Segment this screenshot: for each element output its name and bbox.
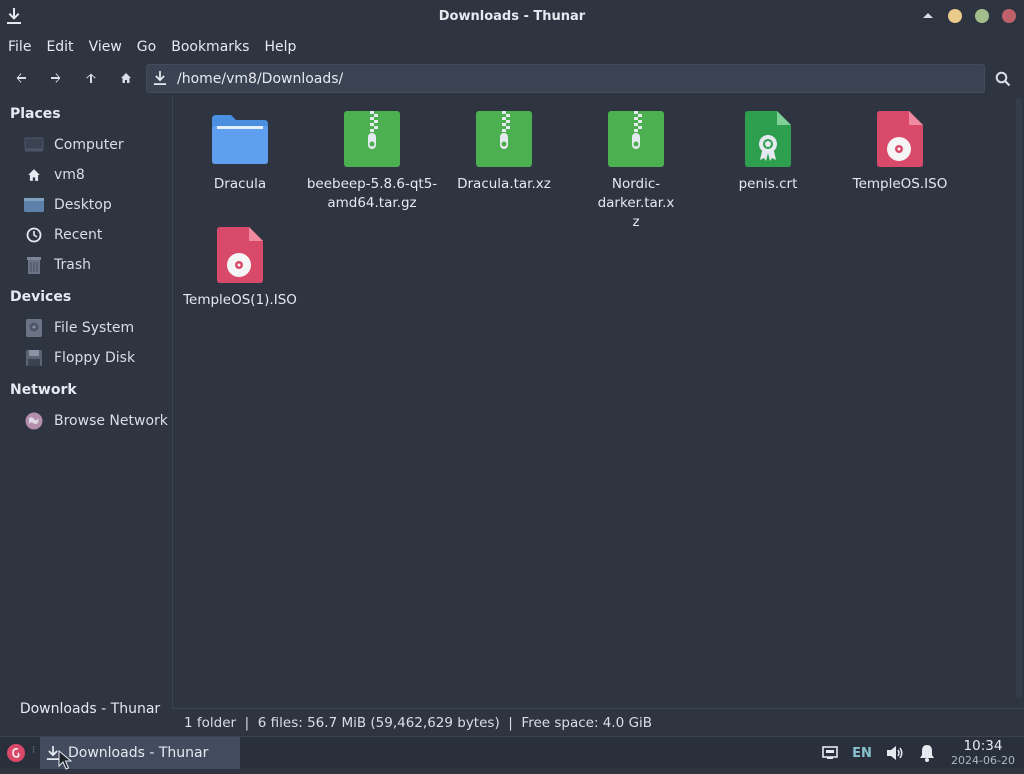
minimize-button[interactable] (948, 9, 962, 23)
archive-icon (342, 109, 402, 169)
file-item[interactable]: TempleOS.ISO (834, 109, 966, 194)
file-name: beebeep-5.8.6-qt5-amd64.tar.gz (306, 176, 438, 211)
home-button[interactable] (116, 68, 136, 88)
file-item[interactable]: Dracula (174, 109, 306, 194)
computer-icon (24, 135, 44, 155)
home-icon (121, 73, 131, 83)
taskbar-handle: ⁝ (32, 745, 36, 756)
maximize-button[interactable] (975, 9, 989, 23)
section-places: Places (10, 106, 61, 122)
sidebar-item-label: Floppy Disk (54, 350, 136, 366)
search-button[interactable] (992, 68, 1014, 90)
up-button[interactable] (81, 68, 101, 88)
sidebar-item-label: Computer (54, 137, 124, 153)
back-button[interactable] (11, 68, 31, 88)
folder-icon (210, 109, 270, 169)
file-item[interactable]: Nordic-darker.tar.xz (570, 109, 702, 232)
sidebar-item-label: Desktop (54, 197, 112, 213)
taskbar: ⁝ Downloads - Thunar EN 10:34 2024-06-20 (0, 736, 1024, 769)
file-name: Dracula.tar.xz (457, 176, 551, 192)
forward-button[interactable] (46, 68, 66, 88)
sidebar-item-vm8[interactable]: vm8 (0, 161, 170, 189)
window-controls (921, 9, 1016, 23)
sidebar-item-label: Browse Network (54, 413, 168, 429)
window-titlebar: Downloads - Thunar (0, 0, 1024, 33)
section-network: Network (10, 382, 77, 398)
shade-up-icon[interactable] (921, 9, 935, 23)
clock-time: 10:34 (963, 738, 1003, 754)
sidebar: Places Computer vm8 Desktop Recent Trash… (0, 96, 170, 736)
toolbar: /home/vm8/Downloads/ (0, 60, 1024, 96)
file-item[interactable]: TempleOS(1).ISO (174, 225, 306, 310)
sidebar-item-label: File System (54, 320, 135, 336)
close-button[interactable] (1002, 9, 1016, 23)
menu-help[interactable]: Help (264, 39, 304, 55)
window-title: Downloads - Thunar (438, 9, 586, 24)
file-item[interactable]: Dracula.tar.xz (438, 109, 570, 194)
volume-icon[interactable] (885, 744, 905, 762)
home-icon (24, 165, 44, 185)
location-bar[interactable]: /home/vm8/Downloads/ (146, 64, 985, 93)
status-text: 1 folder | 6 files: 56.7 MiB (59,462,629… (184, 714, 653, 731)
mouse-pointer-icon (58, 749, 73, 770)
trash-icon (24, 255, 44, 275)
download-icon (6, 7, 22, 25)
clock-icon (24, 225, 44, 245)
arrow-left-icon (16, 73, 26, 83)
taskbar-task-label: Downloads - Thunar (68, 745, 209, 761)
menubar: File Edit View Go Bookmarks Help (0, 33, 1024, 60)
harddisk-icon (24, 318, 44, 338)
search-icon (995, 71, 1011, 87)
menu-view[interactable]: View (89, 39, 130, 55)
file-view[interactable]: Dracula beebeep-5.8.6-qt5-amd64.tar.gz D… (172, 96, 1024, 708)
floppy-icon (24, 348, 44, 368)
menu-go[interactable]: Go (137, 39, 164, 55)
archive-icon (606, 109, 666, 169)
disc-image-icon (870, 109, 930, 169)
archive-icon (474, 109, 534, 169)
desktop-folder-icon (24, 195, 44, 215)
sidebar-item-recent[interactable]: Recent (0, 221, 170, 249)
sidebar-item-filesystem[interactable]: File System (0, 314, 170, 342)
file-name: TempleOS(1).ISO (183, 292, 297, 308)
file-name: Nordic-darker.tar.xz (597, 176, 675, 230)
keyboard-layout-indicator[interactable]: EN (851, 744, 873, 762)
status-bar: 1 folder | 6 files: 56.7 MiB (59,462,629… (172, 708, 1024, 736)
certificate-icon (738, 109, 798, 169)
sidebar-item-trash[interactable]: Trash (0, 251, 170, 279)
file-item[interactable]: beebeep-5.8.6-qt5-amd64.tar.gz (306, 109, 438, 213)
menu-edit[interactable]: Edit (46, 39, 81, 55)
menu-file[interactable]: File (8, 39, 39, 55)
section-devices: Devices (10, 289, 72, 305)
network-wired-icon[interactable] (821, 744, 839, 762)
notification-bell-icon[interactable] (917, 744, 937, 762)
clock-date: 2024-06-20 (951, 754, 1015, 767)
arrow-right-icon (51, 73, 61, 83)
sidebar-item-label: Trash (54, 257, 91, 273)
sidebar-item-desktop[interactable]: Desktop (0, 191, 170, 219)
file-item[interactable]: penis.crt (702, 109, 834, 194)
file-name: TempleOS.ISO (852, 176, 948, 192)
start-menu-icon[interactable] (6, 743, 26, 763)
tooltip-text: Downloads - Thunar (19, 701, 161, 717)
network-globe-icon (24, 411, 44, 431)
sidebar-item-browse-network[interactable]: Browse Network (0, 407, 170, 435)
download-icon (153, 70, 169, 88)
taskbar-tooltip: Downloads - Thunar (10, 692, 170, 726)
clock[interactable]: 10:34 2024-06-20 (944, 738, 1022, 768)
sidebar-item-label: Recent (54, 227, 103, 243)
sidebar-item-floppy[interactable]: Floppy Disk (0, 344, 170, 372)
menu-bookmarks[interactable]: Bookmarks (171, 39, 257, 55)
sidebar-item-label: vm8 (54, 167, 85, 183)
arrow-up-icon (86, 73, 96, 83)
scrollbar[interactable] (1016, 98, 1022, 698)
file-name: penis.crt (738, 176, 798, 192)
sidebar-item-computer[interactable]: Computer (0, 131, 170, 159)
file-name: Dracula (213, 176, 267, 192)
location-path: /home/vm8/Downloads/ (177, 70, 344, 87)
disc-image-icon (210, 225, 270, 285)
